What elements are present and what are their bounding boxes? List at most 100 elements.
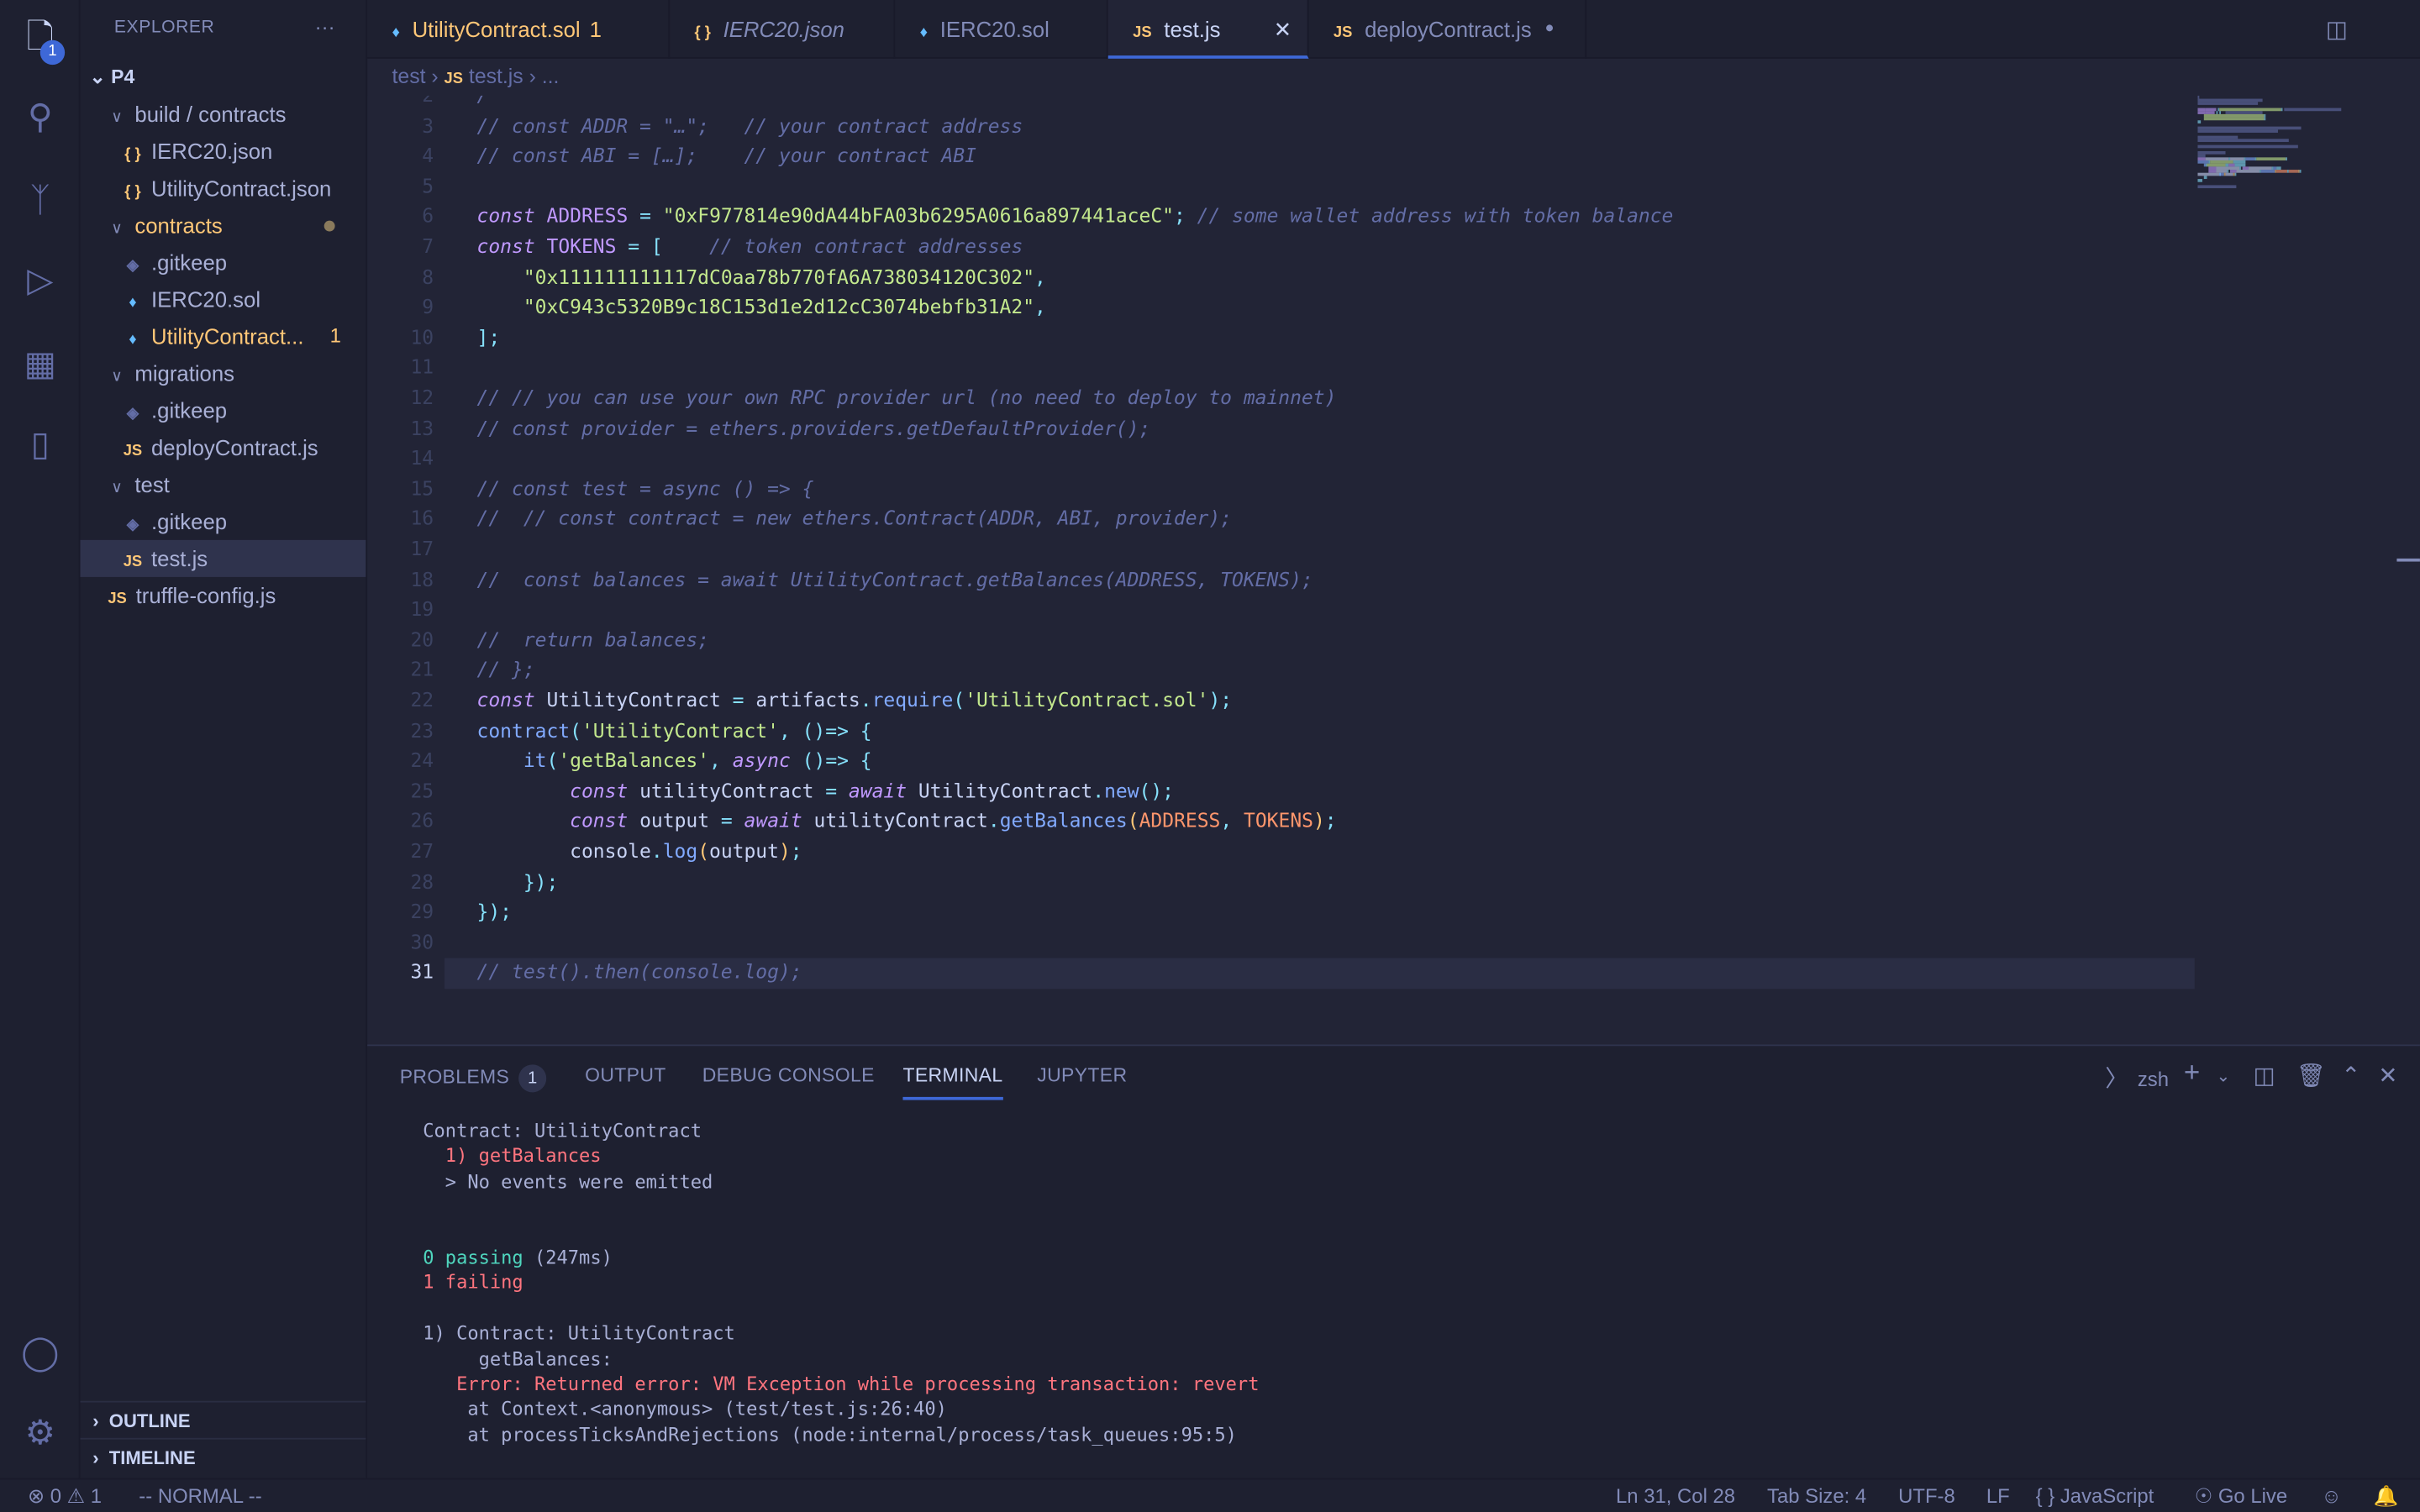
broadcast-icon: ☉: [2194, 1483, 2213, 1508]
notifications-bell-icon[interactable]: 🔔: [2374, 1479, 2399, 1512]
breadcrumb-symbol[interactable]: ...: [542, 65, 560, 88]
line-number: 18: [410, 567, 434, 591]
line-number: 17: [410, 537, 434, 560]
tree-item[interactable]: ∨ migrations: [81, 354, 366, 391]
language-label: JavaScript: [2060, 1483, 2154, 1508]
js-file-icon: JS: [444, 71, 464, 88]
status-bar: ⊗ 0 ⚠ 1 -- NORMAL -- Ln 31, Col 28 Tab S…: [0, 1478, 2420, 1512]
encoding[interactable]: UTF-8: [1898, 1479, 1955, 1512]
line-number: 25: [410, 779, 434, 802]
tree-item[interactable]: ◈ .gitkeep: [81, 244, 366, 281]
code-token: (: [697, 839, 710, 863]
code-token: // // you can use your own RPC provider …: [476, 386, 1337, 409]
code-token: output: [709, 839, 779, 863]
new-terminal-plus-icon[interactable]: +: [2184, 1057, 2200, 1089]
split-terminal-icon[interactable]: ◫: [2254, 1062, 2275, 1089]
tree-item[interactable]: JS deployContract.js: [81, 429, 366, 466]
code-token: ,: [1034, 265, 1046, 288]
tree-item[interactable]: { } UtilityContract.json: [81, 170, 366, 207]
run-debug-icon[interactable]: ▷: [18, 260, 61, 302]
minimap-line: [2276, 170, 2287, 172]
minimap[interactable]: [2197, 95, 2382, 219]
code-editor[interactable]: 2 / 3 // const ADDR = "…"; // your contract…: [367, 95, 2420, 1043]
search-icon[interactable]: ⚲: [18, 96, 61, 139]
code-line: const TOKENS = [ // token contract addre…: [477, 234, 1023, 258]
minimap-line: [2229, 157, 2244, 160]
tab-ierc20-json[interactable]: { } IERC20.json: [670, 0, 896, 59]
terminal-icon[interactable]: 〉 zsh: [2105, 1062, 2169, 1095]
code-token: ,: [1220, 809, 1244, 832]
scrollbar-marker[interactable]: [2396, 558, 2420, 562]
code-token: "0x111111111117dC0aa78b770fA6A738034120C…: [523, 265, 1035, 288]
code-token: 'UtilityContract': [581, 718, 779, 742]
tree-item-label: .gitkeep: [150, 397, 228, 423]
tree-item-label: contracts: [134, 213, 223, 238]
outline-section[interactable]: › OUTLINE: [80, 1400, 366, 1438]
account-icon[interactable]: ◯: [18, 1331, 61, 1374]
code-token: contract: [476, 718, 571, 742]
code-token: ;: [1173, 204, 1186, 228]
tab-deploycontract-js[interactable]: JS deployContract.js ●: [1309, 0, 1587, 59]
tab-utilitycontract-sol[interactable]: ♦ UtilityContract.sol 1: [367, 0, 671, 59]
code-token: (: [570, 718, 581, 742]
trash-icon[interactable]: 🗑: [2296, 1062, 2326, 1089]
more-actions-icon[interactable]: ···: [315, 15, 335, 39]
tree-item[interactable]: ♦ UtilityContract... 1: [81, 318, 366, 354]
tree-item[interactable]: ∨ contracts: [81, 207, 366, 244]
minimap-line: [2218, 111, 2220, 113]
maximize-panel-chevron-up-icon[interactable]: ⌃: [2341, 1062, 2360, 1089]
cursor-position[interactable]: Ln 31, Col 28: [1616, 1479, 1735, 1512]
panel-tab-debug-console[interactable]: DEBUG CONSOLE: [702, 1064, 875, 1086]
tab-test-js[interactable]: JS test.js ✕: [1107, 0, 1309, 59]
chevron-down-icon: ∨: [111, 480, 123, 497]
code-token: // const ADDR = "…"; // your contract ad…: [476, 113, 1023, 137]
source-control-icon[interactable]: ᛉ: [18, 179, 61, 222]
go-live-button[interactable]: ☉ Go Live: [2195, 1479, 2287, 1512]
panel-tab-terminal[interactable]: TERMINAL: [902, 1064, 1003, 1100]
bottom-panel: PROBLEMS 1 OUTPUT DEBUG CONSOLE TERMINAL JUPY…: [367, 1044, 2420, 1478]
notebook-icon[interactable]: ▯: [18, 423, 61, 465]
tree-item[interactable]: ∨ build / contracts: [81, 96, 366, 133]
feedback-icon[interactable]: ☺: [2321, 1479, 2341, 1512]
tree-item[interactable]: ♦ IERC20.sol: [81, 281, 366, 318]
split-editor-icon[interactable]: ◫: [2326, 15, 2348, 43]
language-mode[interactable]: { } JavaScript: [2036, 1479, 2154, 1512]
eol[interactable]: LF: [1986, 1479, 2010, 1512]
line-number: 9: [422, 295, 434, 318]
code-token: // const ABI = […]; // your contract ABI: [476, 144, 976, 167]
settings-gear-icon[interactable]: ⚙: [18, 1412, 61, 1455]
tree-item[interactable]: ◈ .gitkeep: [81, 392, 366, 429]
minimap-line: [2197, 157, 2205, 160]
close-panel-icon[interactable]: ✕: [2378, 1062, 2397, 1089]
minimap-line: [2217, 108, 2219, 111]
tree-item[interactable]: JS truffle-config.js: [81, 577, 366, 614]
breadcrumb-folder[interactable]: test: [392, 65, 426, 88]
breadcrumb-file[interactable]: test.js: [469, 65, 523, 88]
minimap-line: [2235, 172, 2237, 176]
timeline-section[interactable]: › TIMELINE: [80, 1437, 366, 1475]
tab-ierc20-sol[interactable]: ♦ IERC20.sol: [895, 0, 1108, 59]
line-number: 28: [410, 869, 434, 893]
terminal-line: 0 passing (247ms): [423, 1247, 613, 1268]
extensions-icon[interactable]: ▦: [18, 343, 61, 386]
chevron-down-icon[interactable]: ⌄: [2217, 1066, 2231, 1086]
minimap-line: [2260, 170, 2276, 172]
tab-size[interactable]: Tab Size: 4: [1767, 1479, 1866, 1512]
tree-root[interactable]: ⌄ P4: [81, 59, 366, 96]
js-file-icon: JS: [123, 443, 143, 460]
tree-item[interactable]: { } IERC20.json: [81, 133, 366, 170]
close-tab-icon[interactable]: ✕: [1274, 0, 1292, 59]
sol-file-icon: ♦: [392, 24, 400, 42]
tree-item[interactable]: ◈ .gitkeep: [81, 503, 366, 540]
tree-item[interactable]: ∨ test: [81, 466, 366, 503]
panel-tab-jupyter[interactable]: JUPYTER: [1037, 1064, 1127, 1086]
minimap-line: [2197, 111, 2205, 113]
problems-status[interactable]: ⊗ 0 ⚠ 1: [28, 1479, 102, 1512]
panel-tab-output[interactable]: OUTPUT: [585, 1064, 666, 1086]
unsaved-dot-icon[interactable]: ●: [1544, 0, 1554, 59]
code-token: (: [1127, 809, 1139, 832]
panel-tab-problems[interactable]: PROBLEMS 1: [400, 1064, 547, 1093]
tree-item[interactable]: JS test.js: [80, 539, 366, 577]
